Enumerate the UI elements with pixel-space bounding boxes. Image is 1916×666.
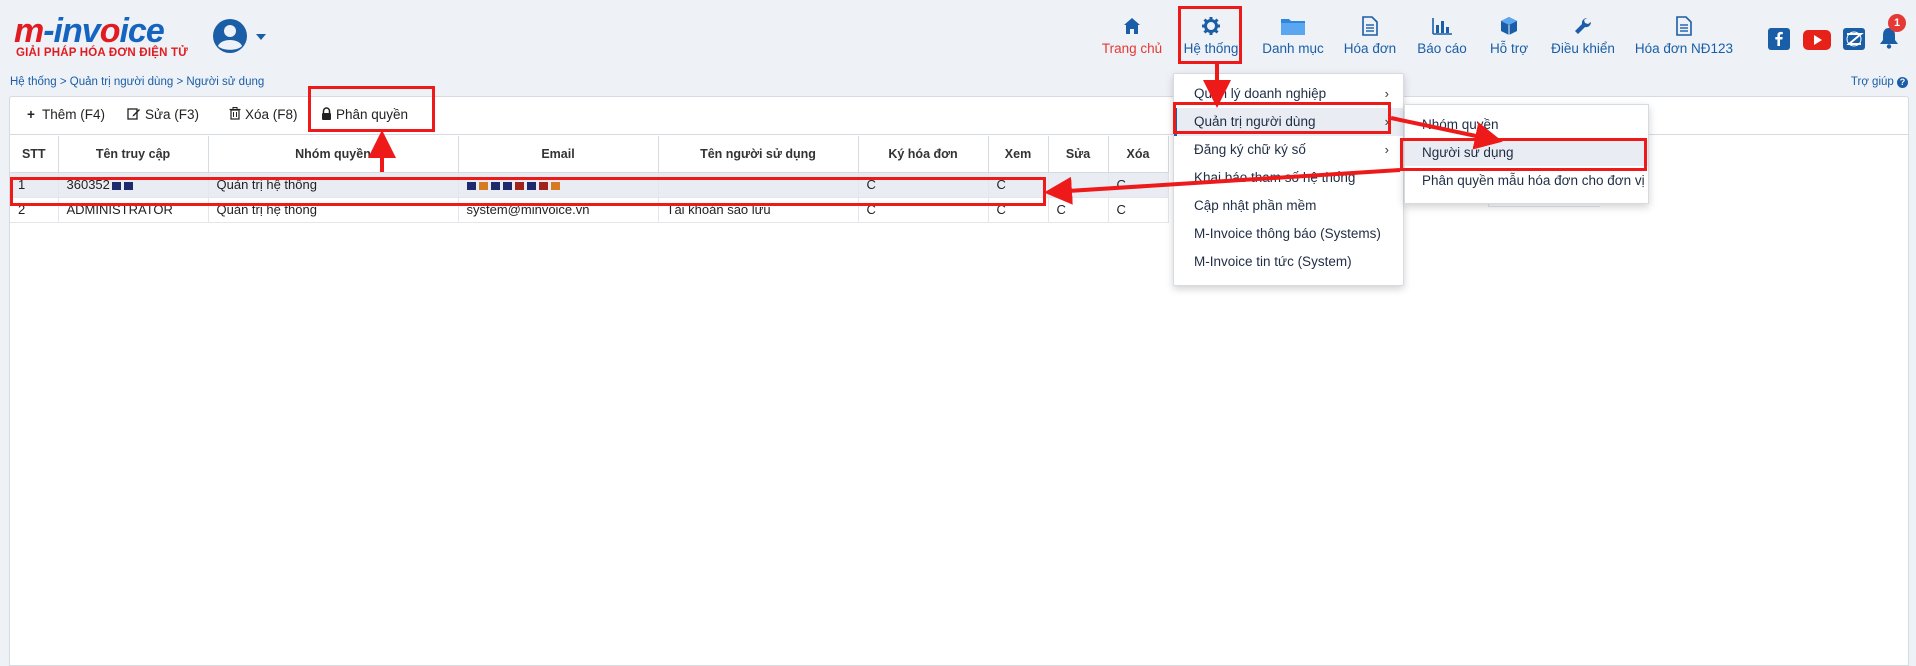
annotation-box-user-admin bbox=[1173, 102, 1391, 134]
annotation-box-system-nav bbox=[1178, 6, 1242, 64]
app-root: m-invoice GIẢI PHÁP HÓA ĐƠN ĐIỆN TỬ Tran… bbox=[0, 0, 1916, 666]
youtube-icon[interactable] bbox=[1803, 30, 1831, 50]
zalo-icon[interactable] bbox=[1843, 28, 1865, 50]
top-header: m-invoice GIẢI PHÁP HÓA ĐƠN ĐIỆN TỬ Tran… bbox=[0, 0, 1916, 88]
annotation-box-permission-button bbox=[308, 86, 435, 132]
breadcrumb[interactable]: Hệ thống > Quản trị người dùng > Người s… bbox=[10, 76, 264, 88]
delete-button[interactable]: Xóa (F8) bbox=[229, 107, 298, 122]
submenu-item-invoice-template-permission[interactable]: Phân quyền mẫu hóa đơn cho đơn vị bbox=[1405, 168, 1648, 194]
row-edit: C bbox=[1048, 197, 1109, 223]
edit-button[interactable]: Sửa (F3) bbox=[127, 107, 199, 122]
plus-icon: + bbox=[27, 107, 35, 122]
add-button-label: Thêm (F4) bbox=[42, 107, 106, 122]
row-delete: C bbox=[1108, 197, 1169, 223]
column-header[interactable]: Xóa bbox=[1108, 136, 1169, 173]
delete-button-label: Xóa (F8) bbox=[245, 107, 298, 122]
nav-report-label: Báo cáo bbox=[1417, 41, 1467, 56]
edit-icon bbox=[127, 108, 140, 120]
annotation-box-users-item bbox=[1400, 138, 1647, 171]
column-header[interactable]: STT bbox=[10, 136, 59, 173]
nav-control-label: Điều khiển bbox=[1551, 41, 1615, 56]
user-avatar-icon bbox=[213, 19, 247, 53]
submenu-item-permission-groups[interactable]: Nhóm quyền bbox=[1405, 112, 1648, 138]
annotation-box-selected-row bbox=[10, 177, 1046, 206]
nav-catalog[interactable]: Danh mục bbox=[1258, 12, 1328, 62]
user-account-menu[interactable] bbox=[212, 18, 272, 54]
facebook-icon[interactable] bbox=[1768, 28, 1790, 50]
column-header[interactable]: Xem bbox=[988, 136, 1049, 173]
row-edit bbox=[1048, 172, 1109, 198]
nav-support[interactable]: Hỗ trợ bbox=[1485, 12, 1533, 62]
nav-report[interactable]: Báo cáo bbox=[1413, 12, 1471, 62]
brand-logo[interactable]: m-invoice GIẢI PHÁP HÓA ĐƠN ĐIỆN TỬ bbox=[14, 12, 194, 64]
folder-icon bbox=[1281, 19, 1305, 35]
chevron-down-icon bbox=[256, 34, 266, 40]
notification-count-badge: 1 bbox=[1888, 14, 1906, 32]
column-header[interactable]: Ký hóa đơn bbox=[858, 136, 989, 173]
cube-icon bbox=[1501, 17, 1517, 35]
chevron-right-icon: › bbox=[1384, 142, 1389, 157]
add-button[interactable]: + Thêm (F4) bbox=[24, 107, 105, 122]
notification-bell[interactable]: 1 bbox=[1878, 14, 1906, 50]
nav-invoice-nd123[interactable]: Hóa đơn NĐ123 bbox=[1632, 12, 1736, 62]
menu-item-news[interactable]: M-Invoice tin tức (System) bbox=[1174, 248, 1403, 276]
menu-item-software-update[interactable]: Cập nhật phần mềm bbox=[1174, 192, 1403, 220]
menu-item-digital-signature[interactable]: Đăng ký chữ ký số › bbox=[1174, 136, 1403, 164]
document-icon bbox=[1676, 16, 1692, 36]
home-icon bbox=[1124, 18, 1140, 34]
nav-invoice-label: Hóa đơn bbox=[1343, 41, 1397, 56]
nav-invoice[interactable]: Hóa đơn bbox=[1340, 12, 1400, 62]
bar-chart-icon bbox=[1432, 18, 1452, 35]
nav-catalog-label: Danh mục bbox=[1262, 41, 1324, 56]
wrench-icon bbox=[1575, 17, 1592, 34]
column-header[interactable]: Tên truy cập bbox=[58, 136, 209, 173]
column-header[interactable]: Nhóm quyền bbox=[208, 136, 459, 173]
help-link[interactable]: Trợ giúp ? bbox=[1851, 76, 1908, 88]
nav-invoice-nd123-label: Hóa đơn NĐ123 bbox=[1634, 41, 1734, 56]
column-header[interactable]: Email bbox=[458, 136, 659, 173]
document-icon bbox=[1362, 16, 1378, 36]
menu-item-notifications[interactable]: M-Invoice thông báo (Systems) bbox=[1174, 220, 1403, 248]
edit-button-label: Sửa (F3) bbox=[145, 107, 200, 122]
nav-home-label: Trang chủ bbox=[1101, 41, 1163, 56]
column-header[interactable]: Tên người sử dụng bbox=[658, 136, 859, 173]
menu-item-system-params[interactable]: Khai báo tham số hệ thống bbox=[1174, 164, 1403, 192]
trash-icon bbox=[229, 107, 241, 120]
logo-wordmark: m-invoice bbox=[14, 12, 165, 50]
help-label: Trợ giúp bbox=[1850, 76, 1894, 88]
nav-control[interactable]: Điều khiển bbox=[1548, 12, 1618, 62]
nav-home[interactable]: Trang chủ bbox=[1100, 12, 1164, 62]
row-delete: C bbox=[1108, 172, 1169, 198]
logo-tagline: GIẢI PHÁP HÓA ĐƠN ĐIỆN TỬ bbox=[16, 47, 188, 59]
question-icon: ? bbox=[1897, 77, 1908, 88]
nav-support-label: Hỗ trợ bbox=[1489, 41, 1529, 56]
column-header[interactable]: Sửa bbox=[1048, 136, 1109, 173]
table-header-row: STT Tên truy cập Nhóm quyền Email Tên ng… bbox=[10, 136, 1169, 173]
